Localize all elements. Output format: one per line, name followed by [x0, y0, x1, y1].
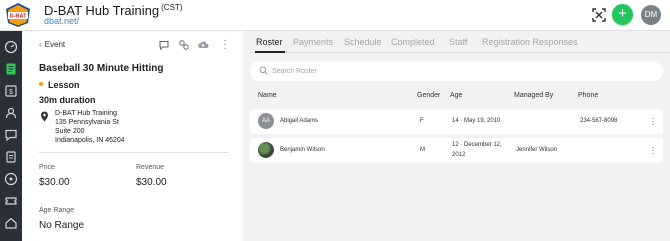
add-button[interactable]: +: [612, 4, 633, 25]
user-avatar[interactable]: DM: [641, 5, 661, 25]
price-value: $30.00: [39, 177, 70, 188]
address-line-2: 135 Pennsylvania St: [55, 119, 119, 126]
logo-text: D-BAT: [10, 14, 28, 20]
divider: [39, 152, 229, 153]
event-type: Lesson: [39, 80, 80, 90]
column-header-gender[interactable]: Gender: [417, 92, 440, 99]
tab-registration-responses[interactable]: Registration Responses: [482, 37, 578, 47]
active-tab-indicator: [255, 51, 285, 53]
table-row[interactable]: AA Abigail Adams F 14 · May 19, 2010 234…: [250, 109, 663, 134]
column-header-name[interactable]: Name: [258, 92, 277, 99]
event-detail-panel: ‹ Event · · · Baseball 30 Minute Hitting Le…: [22, 31, 243, 241]
book-icon[interactable]: [3, 61, 19, 77]
revenue-value: $30.00: [136, 177, 167, 188]
member-age-line-2: 2012: [452, 152, 466, 158]
table-row[interactable]: Benjamin Wilson M 12 · December 12, 2012…: [250, 138, 663, 163]
member-age: 12 · December 12,: [452, 142, 502, 148]
dashboard-icon[interactable]: [3, 39, 19, 55]
search-input[interactable]: [272, 65, 572, 77]
avatar: AA: [258, 113, 274, 129]
clipboard-icon[interactable]: [3, 149, 19, 165]
member-age: 14 · May 19, 2010: [452, 118, 501, 124]
status-dot: [39, 82, 43, 86]
tab-payments[interactable]: Payments: [293, 37, 333, 47]
avatar: [258, 142, 274, 158]
column-header-age[interactable]: Age: [450, 92, 462, 99]
sidebar-nav: $: [0, 31, 22, 241]
tab-completed[interactable]: Completed: [391, 37, 435, 47]
message-icon[interactable]: [3, 127, 19, 143]
dbat-logo[interactable]: D-BAT: [4, 2, 32, 28]
chat-icon[interactable]: [158, 39, 170, 51]
address-line-4: Indianapolis, IN 46204: [55, 137, 125, 144]
row-menu-icon[interactable]: · · ·: [651, 143, 655, 158]
column-header-phone[interactable]: Phone: [578, 92, 598, 99]
event-tabs: Roster Payments Schedule Completed Staff…: [249, 31, 670, 53]
age-range-value: No Range: [39, 220, 85, 231]
event-type-label: Lesson: [48, 80, 80, 90]
column-header-managed-by[interactable]: Managed By: [514, 92, 553, 99]
link-icon[interactable]: [178, 39, 190, 51]
tab-staff[interactable]: Staff: [449, 37, 467, 47]
address-line-1: D-BAT Hub Training: [55, 110, 117, 117]
member-gender: F: [420, 118, 424, 124]
member-gender: M: [420, 147, 425, 153]
dollar-icon[interactable]: $: [3, 83, 19, 99]
scan-icon[interactable]: [592, 8, 606, 22]
tab-schedule[interactable]: Schedule: [344, 37, 382, 47]
hub-url-link[interactable]: dbat.net/: [44, 16, 79, 26]
age-range-label: Age Range: [39, 207, 75, 214]
location-pin-icon: [41, 111, 48, 122]
back-link[interactable]: ‹ Event: [39, 40, 65, 49]
cloud-upload-icon[interactable]: [197, 39, 209, 51]
tab-roster[interactable]: Roster: [256, 37, 283, 47]
top-bar: D-BAT D-BAT Hub Training (CST) dbat.net/ …: [0, 0, 670, 31]
gauge-icon[interactable]: [3, 171, 19, 187]
more-options-icon[interactable]: · · ·: [223, 36, 227, 54]
revenue-label: Revenue: [136, 164, 165, 171]
member-phone: 234-567-8098: [580, 118, 618, 124]
event-duration: 30m duration: [39, 95, 96, 105]
svg-text:$: $: [9, 89, 13, 96]
event-title: Baseball 30 Minute Hitting: [39, 63, 164, 74]
home-icon[interactable]: [3, 215, 19, 231]
back-label: Event: [44, 40, 66, 49]
member-name[interactable]: Benjamin Wilson: [280, 147, 325, 153]
event-address: D-BAT Hub Training 135 Pennsylvania St S…: [55, 109, 125, 145]
ticket-icon[interactable]: [3, 193, 19, 209]
users-icon[interactable]: [3, 105, 19, 121]
row-menu-icon[interactable]: · · ·: [651, 114, 655, 129]
roster-search[interactable]: [250, 61, 663, 81]
address-line-3: Suite 200: [55, 128, 85, 135]
member-managed-by: Jennifer Wilson: [516, 147, 558, 153]
search-icon: [259, 66, 268, 75]
timezone-label: (CST): [161, 3, 183, 12]
member-name[interactable]: Abigail Adams: [280, 118, 318, 124]
price-label: Price: [39, 164, 55, 171]
chevron-left-icon: ‹: [39, 40, 42, 49]
